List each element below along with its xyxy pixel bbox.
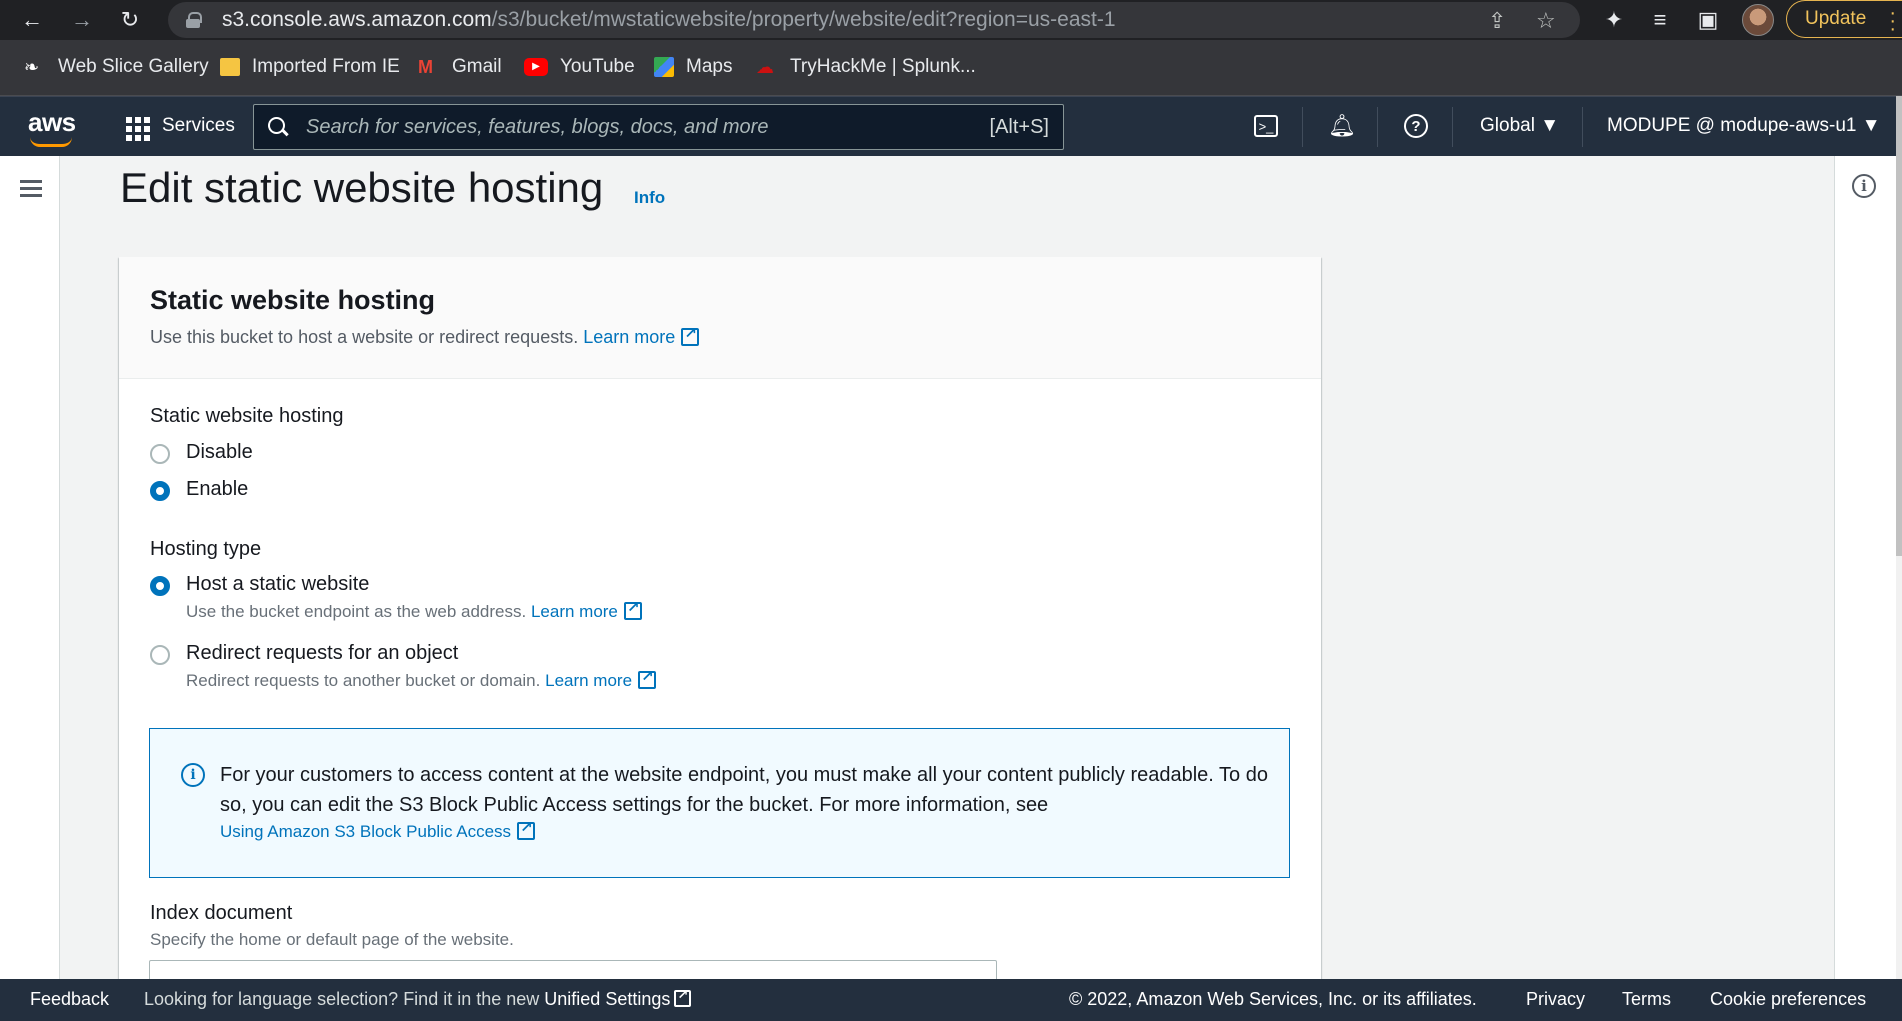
radio-enable[interactable] xyxy=(150,481,170,501)
side-panel-icon[interactable]: ▣ xyxy=(1692,4,1724,36)
radio-disable[interactable] xyxy=(150,444,170,464)
redirect-requests-desc: Redirect requests to another bucket or d… xyxy=(186,667,657,691)
info-link[interactable]: Info xyxy=(634,188,665,208)
page-scrollbar[interactable] xyxy=(1896,96,1902,979)
help-icon[interactable]: ? xyxy=(1401,111,1431,141)
panel-title: Static website hosting xyxy=(150,285,436,315)
info-icon: i xyxy=(181,763,205,787)
web-slice-icon: ❧ xyxy=(24,57,40,77)
url-text: s3.console.aws.amazon.com/s3/bucket/mwst… xyxy=(222,8,1116,31)
update-button[interactable]: Update · · · xyxy=(1786,0,1902,39)
forward-arrow-icon[interactable]: → xyxy=(66,4,98,36)
search-icon xyxy=(268,117,288,137)
scrollbar-thumb[interactable] xyxy=(1896,96,1902,556)
bookmark-imported-from-ie[interactable]: Imported From IE xyxy=(220,56,400,78)
privacy-link[interactable]: Privacy xyxy=(1526,989,1585,1010)
search-shortcut: [Alt+S] xyxy=(989,115,1049,138)
feedback-link[interactable]: Feedback xyxy=(30,989,109,1010)
unified-settings-link[interactable]: Unified Settings xyxy=(544,989,670,1009)
maps-icon xyxy=(654,57,674,77)
static-website-hosting-panel: Static website hosting Use this bucket t… xyxy=(119,257,1321,1000)
block-public-access-link[interactable]: Using Amazon S3 Block Public Access xyxy=(220,818,536,842)
panel-description: Use this bucket to host a website or red… xyxy=(150,324,700,348)
learn-more-link[interactable]: Learn more xyxy=(531,602,618,621)
back-arrow-icon[interactable]: ← xyxy=(16,4,48,36)
radio-host-static-website[interactable] xyxy=(150,576,170,596)
folder-icon xyxy=(220,58,240,76)
hosting-field-label: Static website hosting xyxy=(150,405,344,427)
external-link-icon xyxy=(638,667,657,689)
bookmark-tryhackme[interactable]: ☁ TryHackMe | Splunk... xyxy=(756,56,976,78)
index-document-desc: Specify the home or default page of the … xyxy=(150,930,514,949)
panel-header: Static website hosting Use this bucket t… xyxy=(119,257,1321,379)
services-grid-icon[interactable] xyxy=(126,117,150,141)
page-title: Edit static website hosting xyxy=(120,164,604,211)
reading-list-icon[interactable]: ≡ xyxy=(1644,4,1676,36)
aws-top-navigation: aws Services Search for services, featur… xyxy=(0,96,1896,156)
account-menu[interactable]: MODUPE @ modupe-aws-u1 ▼ xyxy=(1607,115,1881,137)
alert-text: For your customers to access content at … xyxy=(220,764,1268,816)
copyright: © 2022, Amazon Web Services, Inc. or its… xyxy=(1069,989,1477,1009)
terms-link[interactable]: Terms xyxy=(1622,989,1671,1010)
bookmark-youtube[interactable]: ▶ YouTube xyxy=(524,56,635,78)
bookmarks-bar: ❧ Web Slice Gallery Imported From IE M Gma… xyxy=(0,40,1902,96)
youtube-icon: ▶ xyxy=(524,58,548,76)
aws-logo[interactable]: aws xyxy=(28,107,76,147)
aws-smile-icon xyxy=(30,137,72,147)
bookmark-gmail[interactable]: M Gmail xyxy=(418,56,502,78)
hosting-type-label: Hosting type xyxy=(150,538,262,560)
radio-host-static-website-label[interactable]: Host a static website xyxy=(186,573,369,596)
radio-redirect-requests[interactable] xyxy=(150,645,170,665)
region-selector[interactable]: Global ▼ xyxy=(1480,115,1559,137)
external-link-icon xyxy=(517,818,536,840)
right-tools-rail: i xyxy=(1834,156,1896,979)
profile-avatar[interactable] xyxy=(1742,4,1774,36)
search-placeholder: Search for services, features, blogs, do… xyxy=(306,115,769,138)
cloudshell-icon[interactable]: >_ xyxy=(1251,111,1281,141)
learn-more-link[interactable]: Learn more xyxy=(545,671,632,690)
radio-enable-label[interactable]: Enable xyxy=(186,478,248,501)
menu-dots-icon[interactable]: · · · xyxy=(1889,3,1896,39)
cookie-preferences-link[interactable]: Cookie preferences xyxy=(1710,989,1866,1010)
language-notice: Looking for language selection? Find it … xyxy=(144,987,692,1010)
services-menu[interactable]: Services xyxy=(162,115,235,137)
console-footer: Feedback Looking for language selection?… xyxy=(0,979,1902,1021)
info-panel-icon[interactable]: i xyxy=(1852,174,1876,198)
radio-redirect-requests-label[interactable]: Redirect requests for an object xyxy=(186,642,458,665)
left-navigation-rail xyxy=(0,156,60,979)
lock-icon xyxy=(186,12,202,28)
info-alert: i For your customers to access content a… xyxy=(149,728,1290,878)
learn-more-link[interactable]: Learn more xyxy=(583,327,675,347)
gmail-icon: M xyxy=(418,57,433,77)
address-bar[interactable]: s3.console.aws.amazon.com/s3/bucket/mwst… xyxy=(168,2,1580,38)
external-link-icon xyxy=(623,598,642,620)
browser-toolbar: ← → ↻ s3.console.aws.amazon.com/s3/bucke… xyxy=(0,0,1902,40)
bookmark-web-slice-gallery[interactable]: ❧ Web Slice Gallery xyxy=(24,56,209,78)
external-link-icon xyxy=(681,324,700,346)
index-document-label: Index document xyxy=(150,902,293,924)
bell-icon[interactable]: 🔔︎ xyxy=(1327,111,1357,141)
hamburger-menu-icon[interactable] xyxy=(20,180,42,198)
star-icon[interactable]: ☆ xyxy=(1536,8,1556,34)
external-link-icon xyxy=(674,987,692,1007)
tryhackme-icon: ☁ xyxy=(756,57,774,77)
unified-search-input[interactable]: Search for services, features, blogs, do… xyxy=(253,104,1064,150)
extensions-icon[interactable]: ✦ xyxy=(1598,4,1630,36)
bookmark-maps[interactable]: Maps xyxy=(654,56,732,78)
share-icon[interactable]: ⇪ xyxy=(1488,8,1506,34)
radio-disable-label[interactable]: Disable xyxy=(186,441,253,464)
host-static-website-desc: Use the bucket endpoint as the web addre… xyxy=(186,598,642,622)
reload-icon[interactable]: ↻ xyxy=(114,4,146,36)
